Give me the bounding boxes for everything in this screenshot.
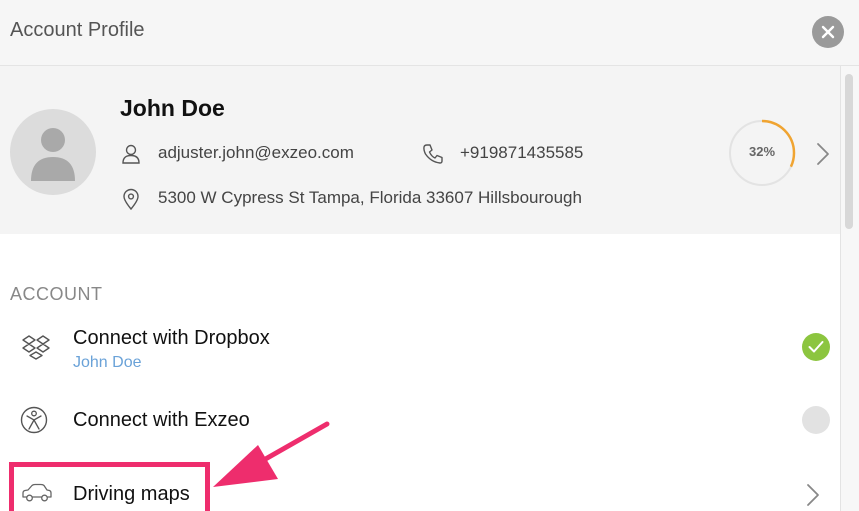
dropbox-connected-status[interactable] bbox=[802, 333, 830, 361]
close-button[interactable] bbox=[812, 16, 844, 48]
check-icon bbox=[808, 341, 824, 353]
chevron-right-icon[interactable] bbox=[815, 142, 831, 166]
profile-email: adjuster.john@exzeo.com bbox=[158, 143, 354, 162]
profile-completion-progress: 32% bbox=[728, 119, 796, 187]
profile-phone: +919871435585 bbox=[460, 143, 584, 162]
avatar bbox=[10, 109, 96, 195]
location-pin-icon bbox=[123, 188, 139, 210]
page-title: Account Profile bbox=[10, 19, 145, 41]
profile-card[interactable]: John Doe adjuster.john@exzeo.com +919871… bbox=[0, 66, 840, 234]
dropbox-icon bbox=[22, 335, 50, 360]
chevron-right-icon[interactable] bbox=[805, 483, 821, 507]
close-icon bbox=[821, 25, 835, 39]
scrollbar-thumb[interactable] bbox=[845, 74, 853, 229]
email-row: adjuster.john@exzeo.com bbox=[120, 143, 400, 167]
scrollbar[interactable] bbox=[840, 66, 859, 511]
list-item-label: Connect with Exzeo bbox=[73, 409, 250, 431]
address-row: 5300 W Cypress St Tampa, Florida 33607 H… bbox=[120, 188, 640, 212]
phone-icon bbox=[423, 144, 443, 164]
list-item-label: Connect with Dropbox bbox=[73, 327, 270, 349]
phone-row: +919871435585 bbox=[422, 143, 622, 167]
profile-completion-label: 32% bbox=[748, 144, 776, 159]
section-label-account: ACCOUNT bbox=[10, 284, 103, 304]
user-avatar-icon bbox=[31, 128, 75, 181]
annotation-highlight-box bbox=[9, 462, 210, 511]
dropbox-account-name: John Doe bbox=[73, 354, 142, 371]
header-bar: Account Profile bbox=[0, 0, 859, 66]
exzeo-icon bbox=[20, 406, 48, 434]
exzeo-connection-status[interactable] bbox=[802, 406, 830, 434]
person-icon bbox=[122, 144, 140, 164]
profile-name: John Doe bbox=[120, 95, 225, 121]
profile-address: 5300 W Cypress St Tampa, Florida 33607 H… bbox=[158, 188, 582, 207]
